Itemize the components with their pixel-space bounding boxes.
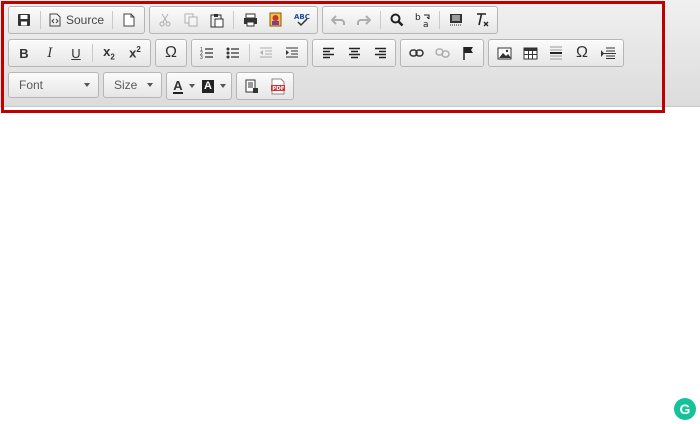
- grammarly-icon[interactable]: G: [674, 398, 696, 420]
- highlight-box: [1, 1, 665, 113]
